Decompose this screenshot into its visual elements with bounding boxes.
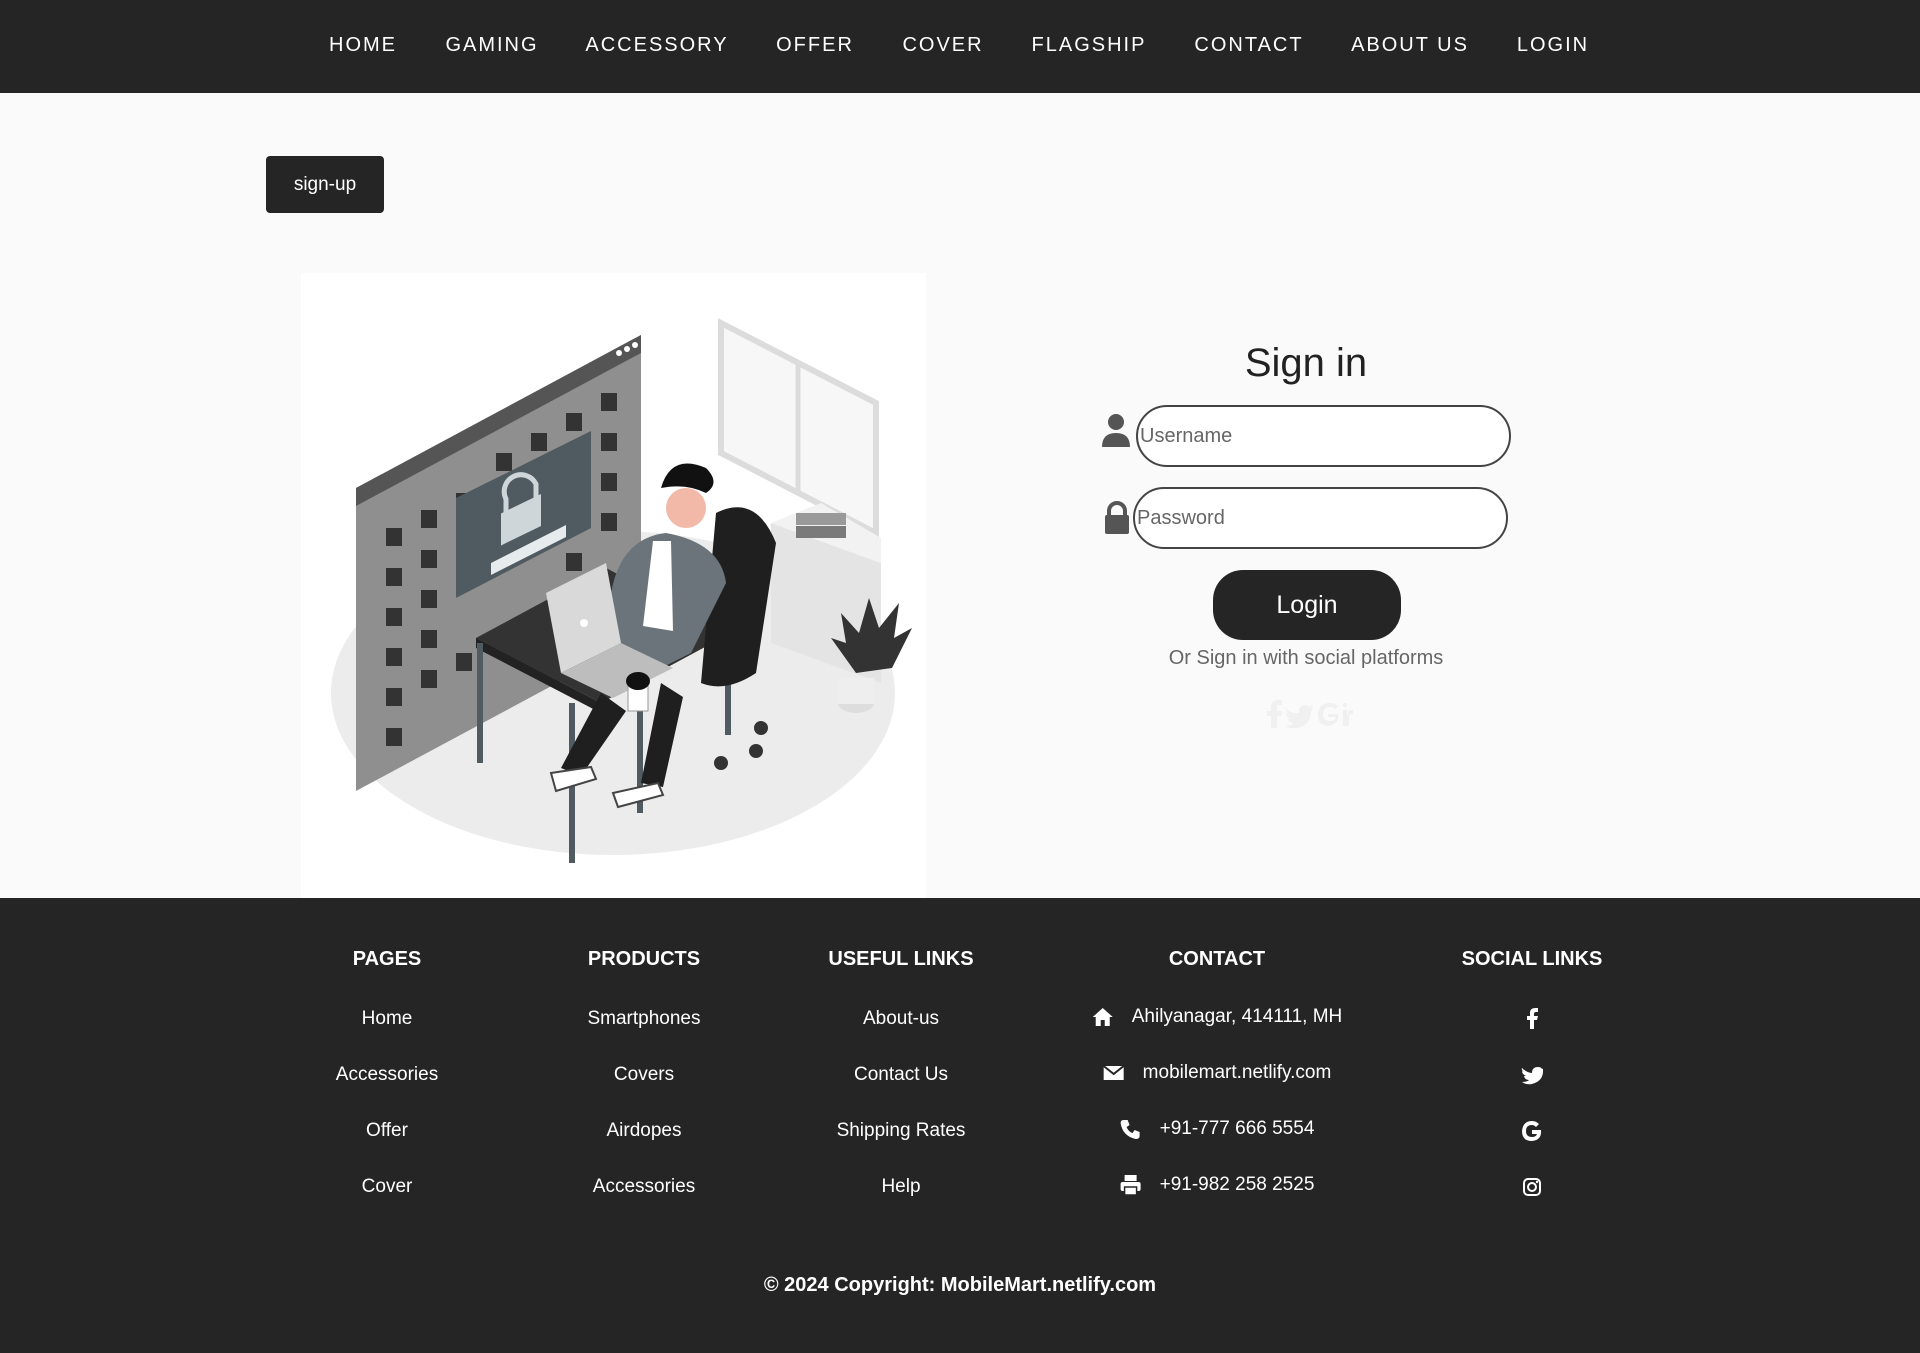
twitter-icon [1285,705,1314,728]
password-input[interactable] [1133,487,1508,549]
sign-up-button[interactable]: sign-up [266,156,384,213]
instagram-icon[interactable] [1521,1176,1543,1198]
contact-website-text: mobilemart.netlify.com [1142,1062,1332,1083]
contact-fax-text: +91-982 258 2525 [1159,1174,1315,1195]
footer-products-heading: PRODUCTS [587,948,701,970]
footer-useful-links-heading: USEFUL LINKS [828,948,974,970]
social-signin-text: Or Sign in with social platforms [1168,647,1444,669]
footer-social-links-heading: SOCIAL LINKS [1461,948,1603,970]
facebook-icon[interactable] [1521,1008,1543,1030]
top-navbar: HOME GAMING ACCESSORY OFFER COVER FLAGSH… [0,0,1920,93]
nav-cover[interactable]: COVER [902,34,983,57]
user-icon [1102,414,1130,447]
google-icon[interactable] [1521,1120,1543,1142]
footer-pages-heading: PAGES [352,948,422,970]
envelope-icon [1103,1065,1125,1080]
footer-link-accessories[interactable]: Accessories [336,1064,438,1086]
footer-link-airdopes[interactable]: Airdopes [607,1120,682,1142]
username-input[interactable] [1136,405,1511,467]
nav-accessory[interactable]: ACCESSORY [585,34,728,57]
footer-link-covers[interactable]: Covers [614,1064,674,1086]
contact-phone: +91-777 666 5554 [1120,1118,1315,1140]
nav-about-us[interactable]: ABOUT US [1351,34,1469,57]
nav-contact[interactable]: CONTACT [1194,34,1303,57]
contact-website: mobilemart.netlify.com [1103,1062,1332,1084]
print-icon [1120,1175,1141,1196]
footer-link-cover[interactable]: Cover [362,1176,413,1198]
footer-link-help[interactable]: Help [881,1176,920,1198]
home-icon [1092,1008,1113,1026]
footer-link-home[interactable]: Home [362,1008,413,1030]
lock-icon [1105,501,1129,534]
twitter-icon[interactable] [1521,1064,1543,1086]
footer-link-product-accessories[interactable]: Accessories [593,1176,695,1198]
footer-link-offer[interactable]: Offer [366,1120,408,1142]
phone-icon [1120,1120,1140,1139]
footer-link-shipping-rates[interactable]: Shipping Rates [837,1120,966,1142]
nav-offer[interactable]: OFFER [776,34,854,57]
contact-address: Ahilyanagar, 414111, MH [1092,1006,1343,1028]
social-signin-icons [1267,700,1353,728]
nav-login[interactable]: LOGIN [1517,34,1589,57]
footer-contact-heading: CONTACT [1168,948,1266,970]
login-button[interactable]: Login [1213,570,1401,640]
login-illustration [301,273,926,898]
nav-home[interactable]: HOME [329,34,397,57]
footer-link-smartphones[interactable]: Smartphones [587,1008,700,1030]
nav-flagship[interactable]: FLAGSHIP [1032,34,1147,57]
sign-in-title: Sign in [1244,341,1368,385]
contact-fax: +91-982 258 2525 [1120,1174,1315,1196]
facebook-icon [1267,700,1282,728]
google-icon [1318,703,1339,726]
contact-address-text: Ahilyanagar, 414111, MH [1131,1006,1343,1027]
footer: PAGES Home Accessories Offer Cover PRODU… [0,898,1920,1353]
copyright-text: © 2024 Copyright: MobileMart.netlify.com [763,1274,1157,1296]
contact-phone-text: +91-777 666 5554 [1159,1118,1315,1139]
nav-gaming[interactable]: GAMING [445,34,538,57]
footer-link-about-us[interactable]: About-us [863,1008,939,1030]
linkedin-icon [1343,703,1353,726]
footer-link-contact-us[interactable]: Contact Us [854,1064,948,1086]
